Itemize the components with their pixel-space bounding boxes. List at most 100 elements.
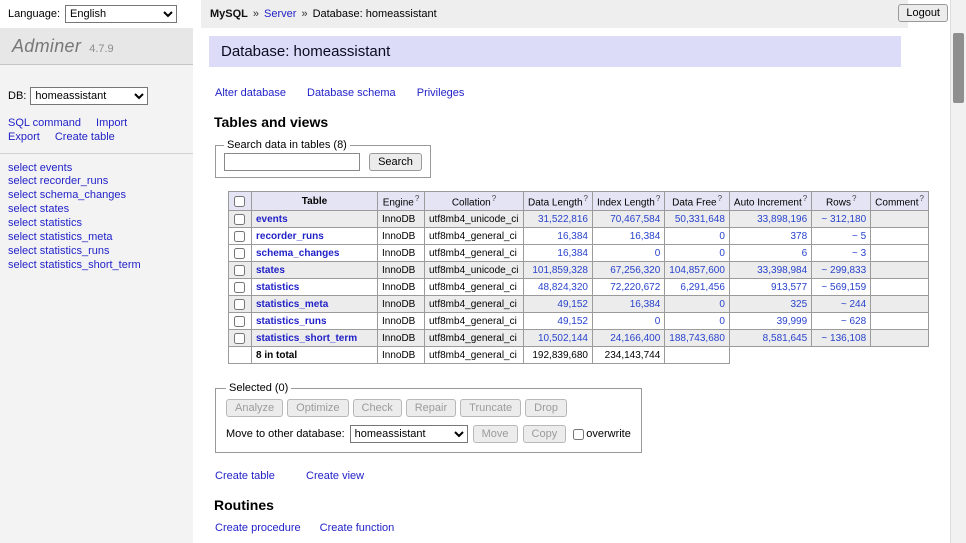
row-checkbox[interactable] [234, 316, 245, 327]
drop-button[interactable]: Drop [525, 399, 567, 417]
sidebar-select-events-link[interactable]: select events [8, 162, 193, 175]
data-length-link[interactable]: 48,824,320 [538, 282, 588, 293]
index-length-link[interactable]: 16,384 [630, 231, 661, 242]
table-name-link[interactable]: states [256, 265, 285, 276]
table-name-link[interactable]: schema_changes [256, 248, 339, 259]
sidebar-select-schema-changes-link[interactable]: select schema_changes [8, 189, 193, 202]
index-length-link[interactable]: 70,467,584 [610, 214, 660, 225]
privileges-link[interactable]: Privileges [417, 87, 465, 99]
import-link[interactable]: Import [96, 117, 127, 129]
sidebar-create-table-link[interactable]: Create table [55, 131, 115, 143]
sidebar-select-statistics-meta-link[interactable]: select statistics_meta [8, 231, 193, 244]
auto-increment-link[interactable]: 33,398,984 [757, 265, 807, 276]
data-length-link[interactable]: 31,522,816 [538, 214, 588, 225]
row-checkbox[interactable] [234, 214, 245, 225]
table-name-link[interactable]: statistics_short_term [256, 333, 357, 344]
breadcrumb-mysql-link[interactable]: MySQL [210, 8, 248, 20]
rows-count-link[interactable]: ~ 299,833 [821, 265, 866, 276]
analyze-button[interactable]: Analyze [226, 399, 283, 417]
move-button[interactable]: Move [473, 425, 518, 443]
select-all-checkbox[interactable] [234, 196, 245, 207]
data-free-link[interactable]: 0 [719, 231, 725, 242]
data-free-link[interactable]: 6,291,456 [680, 282, 725, 293]
column-help-link[interactable]: ? [584, 194, 588, 203]
auto-increment-link[interactable]: 8,581,645 [763, 333, 808, 344]
optimize-button[interactable]: Optimize [287, 399, 348, 417]
data-free-link[interactable]: 0 [719, 316, 725, 327]
table-name-link[interactable]: recorder_runs [256, 231, 324, 242]
column-help-link[interactable]: ? [492, 194, 496, 203]
row-checkbox[interactable] [234, 248, 245, 259]
table-name-link[interactable]: statistics_meta [256, 299, 328, 310]
rows-count-link[interactable]: ~ 312,180 [821, 214, 866, 225]
create-procedure-link[interactable]: Create procedure [215, 522, 301, 534]
search-button[interactable]: Search [369, 153, 422, 171]
data-length-link[interactable]: 101,859,328 [532, 265, 588, 276]
table-name-link[interactable]: events [256, 214, 288, 225]
logout-button[interactable]: Logout [898, 4, 948, 22]
rows-count-link[interactable]: ~ 569,159 [821, 282, 866, 293]
index-length-link[interactable]: 24,166,400 [610, 333, 660, 344]
data-length-link[interactable]: 49,152 [557, 316, 588, 327]
create-function-link[interactable]: Create function [320, 522, 395, 534]
breadcrumb-server-link[interactable]: Server [264, 8, 296, 20]
data-free-link[interactable]: 104,857,600 [669, 265, 725, 276]
language-select[interactable]: English [65, 5, 177, 23]
move-db-select[interactable]: homeassistant [350, 425, 468, 443]
data-length-link[interactable]: 10,502,144 [538, 333, 588, 344]
sidebar-select-states-link[interactable]: select states [8, 203, 193, 216]
overwrite-option[interactable]: overwrite [573, 428, 631, 440]
export-link[interactable]: Export [8, 131, 40, 143]
row-checkbox[interactable] [234, 231, 245, 242]
truncate-button[interactable]: Truncate [460, 399, 521, 417]
auto-increment-link[interactable]: 378 [790, 231, 807, 242]
overwrite-checkbox[interactable] [573, 429, 584, 440]
column-help-link[interactable]: ? [803, 194, 807, 203]
rows-count-link[interactable]: ~ 136,108 [821, 333, 866, 344]
auto-increment-link[interactable]: 33,898,196 [757, 214, 807, 225]
data-length-link[interactable]: 16,384 [557, 231, 588, 242]
row-checkbox[interactable] [234, 282, 245, 293]
sidebar-select-recorder-runs-link[interactable]: select recorder_runs [8, 175, 193, 188]
column-help-link[interactable]: ? [852, 194, 856, 203]
column-help-link[interactable]: ? [718, 194, 722, 203]
auto-increment-link[interactable]: 913,577 [771, 282, 807, 293]
data-free-link[interactable]: 0 [719, 299, 725, 310]
create-view-link[interactable]: Create view [306, 470, 364, 482]
data-free-link[interactable]: 188,743,680 [669, 333, 725, 344]
alter-database-link[interactable]: Alter database [215, 87, 286, 99]
check-button[interactable]: Check [353, 399, 402, 417]
table-name-link[interactable]: statistics_runs [256, 316, 327, 327]
table-name-link[interactable]: statistics [256, 282, 299, 293]
sidebar-select-statistics-short-term-link[interactable]: select statistics_short_term [8, 259, 193, 272]
sidebar-select-statistics-link[interactable]: select statistics [8, 217, 193, 230]
index-length-link[interactable]: 0 [655, 248, 661, 259]
row-checkbox[interactable] [234, 299, 245, 310]
rows-count-link[interactable]: ~ 5 [852, 231, 866, 242]
index-length-link[interactable]: 0 [655, 316, 661, 327]
auto-increment-link[interactable]: 39,999 [777, 316, 808, 327]
sidebar-select-statistics-runs-link[interactable]: select statistics_runs [8, 245, 193, 258]
row-checkbox[interactable] [234, 265, 245, 276]
scrollbar-thumb[interactable] [953, 33, 964, 103]
index-length-link[interactable]: 72,220,672 [610, 282, 660, 293]
sql-command-link[interactable]: SQL command [8, 117, 81, 129]
auto-increment-link[interactable]: 325 [790, 299, 807, 310]
data-free-link[interactable]: 0 [719, 248, 725, 259]
column-help-link[interactable]: ? [656, 194, 660, 203]
database-schema-link[interactable]: Database schema [307, 87, 396, 99]
scrollbar-track[interactable] [950, 0, 966, 543]
rows-count-link[interactable]: ~ 244 [841, 299, 866, 310]
copy-button[interactable]: Copy [523, 425, 567, 443]
repair-button[interactable]: Repair [406, 399, 456, 417]
column-help-link[interactable]: ? [920, 194, 924, 203]
table-search-input[interactable] [224, 153, 360, 171]
data-length-link[interactable]: 49,152 [557, 299, 588, 310]
create-table-link[interactable]: Create table [215, 470, 275, 482]
index-length-link[interactable]: 67,256,320 [610, 265, 660, 276]
column-help-link[interactable]: ? [415, 194, 419, 203]
rows-count-link[interactable]: ~ 3 [852, 248, 866, 259]
app-name[interactable]: Adminer [12, 36, 81, 56]
auto-increment-link[interactable]: 6 [802, 248, 808, 259]
rows-count-link[interactable]: ~ 628 [841, 316, 866, 327]
